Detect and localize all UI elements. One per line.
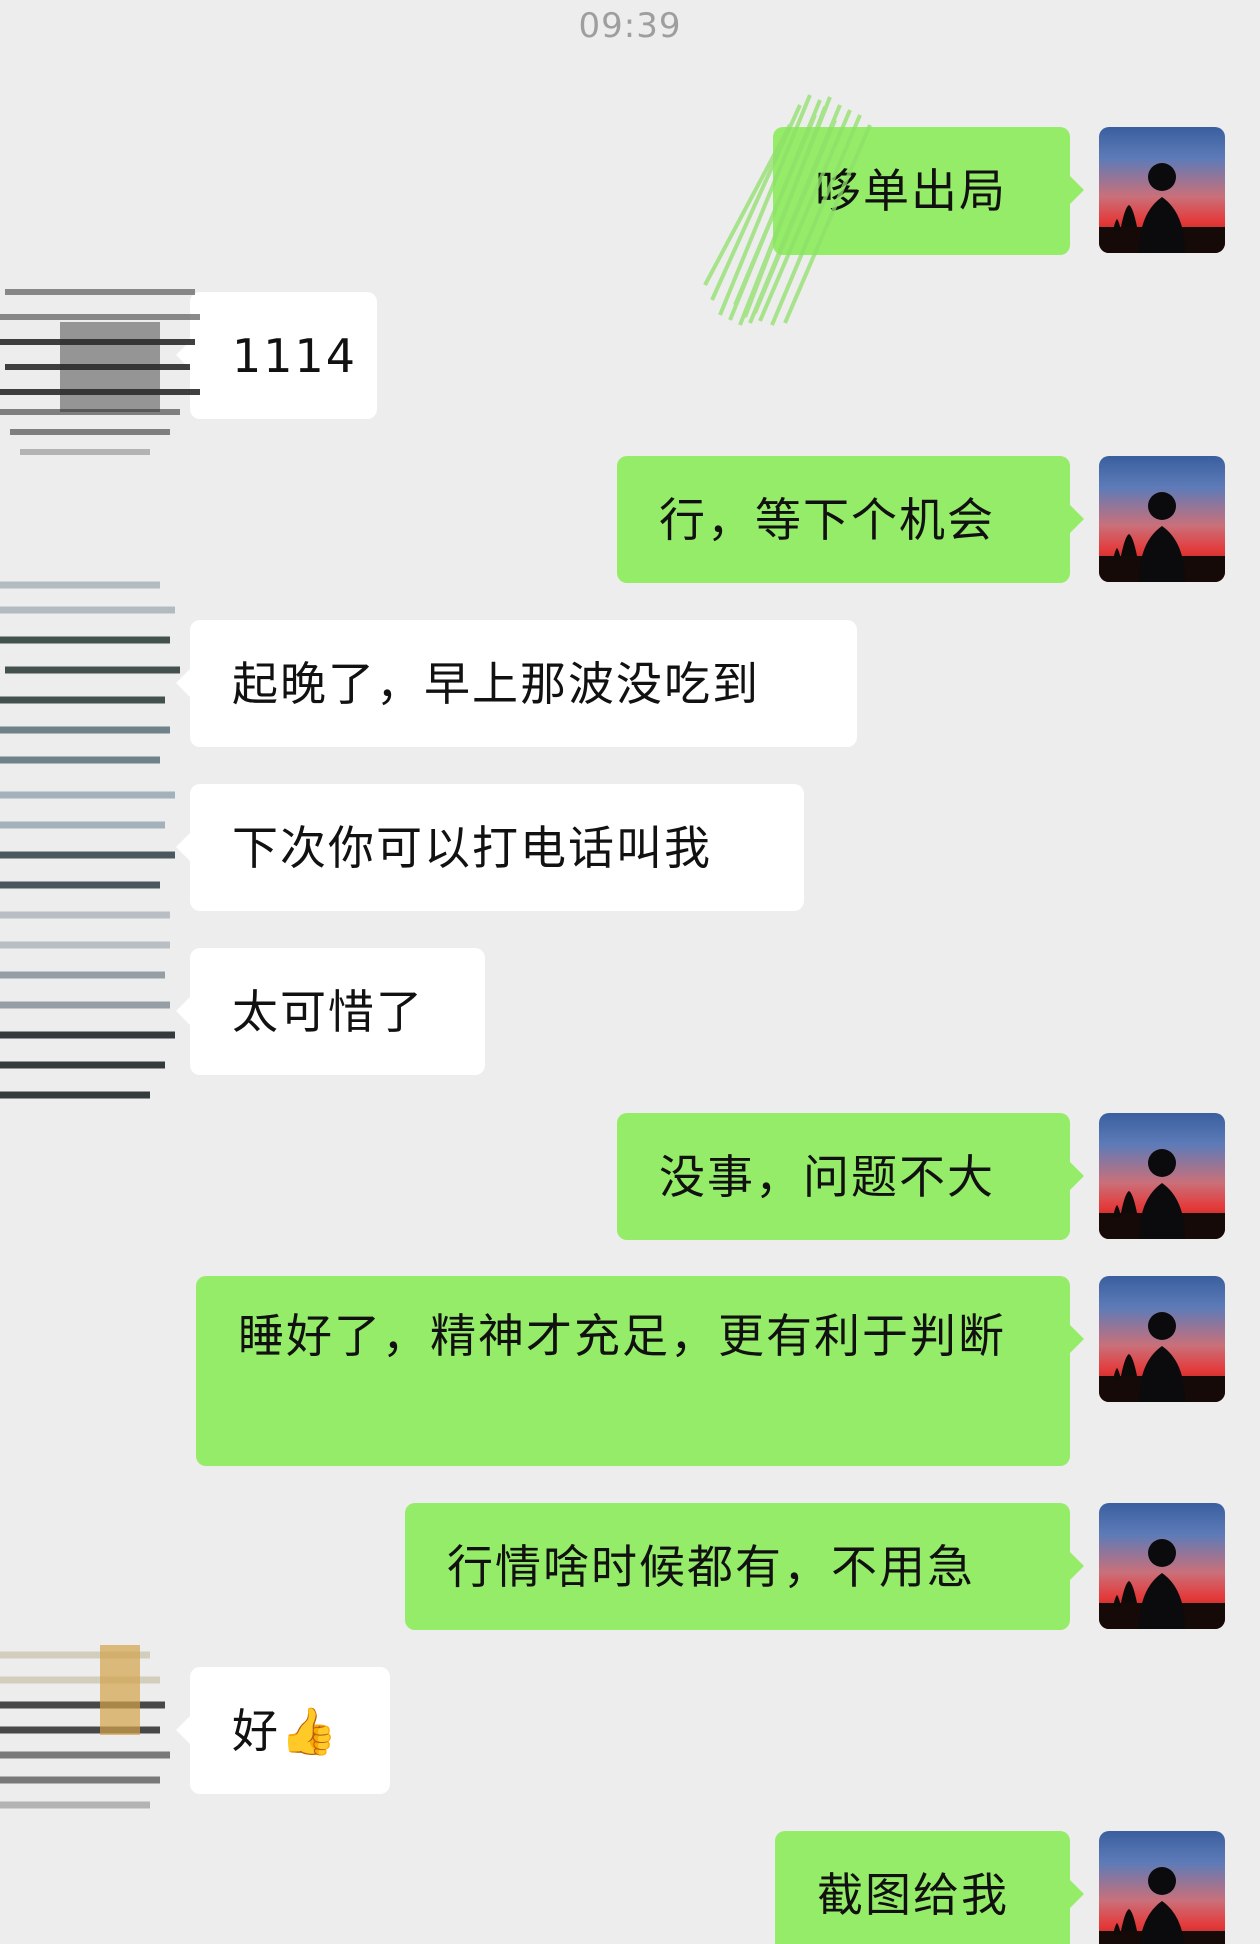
message-bubble-sent[interactable]: 没事，问题不大 bbox=[617, 1113, 1084, 1240]
message-bubble-received[interactable]: 好👍 bbox=[176, 1667, 390, 1794]
message-text: 好👍 bbox=[232, 1704, 340, 1758]
message-text: 没事，问题不大 bbox=[659, 1150, 995, 1204]
message-bubble-sent[interactable]: 行，等下个机会 bbox=[617, 456, 1084, 583]
avatar-silhouette-sunset-icon[interactable] bbox=[1099, 1503, 1225, 1629]
message-text: 行情啥时候都有，不用急 bbox=[447, 1540, 975, 1594]
message-text: 太可惜了 bbox=[232, 985, 424, 1039]
message-bubble-received[interactable]: 太可惜了 bbox=[176, 948, 485, 1075]
avatar-silhouette-sunset-icon[interactable] bbox=[1099, 1276, 1225, 1402]
chat-window: 09:39 哆单出局 1114 行，等下个机会 起晚了，早上那波没吃到 下次你可… bbox=[0, 0, 1260, 1944]
avatar-silhouette-sunset-icon[interactable] bbox=[1099, 1113, 1225, 1239]
message-text: 行，等下个机会 bbox=[659, 493, 995, 547]
avatar-redacted-scribble[interactable] bbox=[0, 555, 190, 1145]
message-bubble-sent[interactable]: 哆单出局 bbox=[773, 127, 1084, 255]
avatar-redacted-scribble[interactable] bbox=[0, 1625, 180, 1835]
message-bubble-sent[interactable]: 截图给我 bbox=[775, 1831, 1084, 1944]
message-bubble-sent[interactable]: 睡好了，精神才充足，更有利于判断 bbox=[196, 1276, 1084, 1466]
message-text: 下次你可以打电话叫我 bbox=[232, 821, 712, 875]
message-bubble-sent[interactable]: 行情啥时候都有，不用急 bbox=[405, 1503, 1084, 1630]
avatar-silhouette-sunset-icon[interactable] bbox=[1099, 127, 1225, 253]
avatar-redacted-scribble[interactable] bbox=[0, 262, 205, 482]
message-text: 哆单出局 bbox=[815, 164, 1007, 218]
message-bubble-received[interactable]: 1114 bbox=[176, 292, 377, 419]
message-text: 截图给我 bbox=[817, 1868, 1009, 1922]
message-bubble-received[interactable]: 起晚了，早上那波没吃到 bbox=[176, 620, 857, 747]
avatar-silhouette-sunset-icon[interactable] bbox=[1099, 456, 1225, 582]
message-text: 起晚了，早上那波没吃到 bbox=[232, 657, 760, 711]
timestamp: 09:39 bbox=[578, 6, 682, 46]
message-bubble-received[interactable]: 下次你可以打电话叫我 bbox=[176, 784, 804, 911]
message-text: 睡好了，精神才充足，更有利于判断 bbox=[238, 1309, 1006, 1363]
message-text: 1114 bbox=[232, 329, 358, 383]
avatar-silhouette-sunset-icon[interactable] bbox=[1099, 1831, 1225, 1944]
